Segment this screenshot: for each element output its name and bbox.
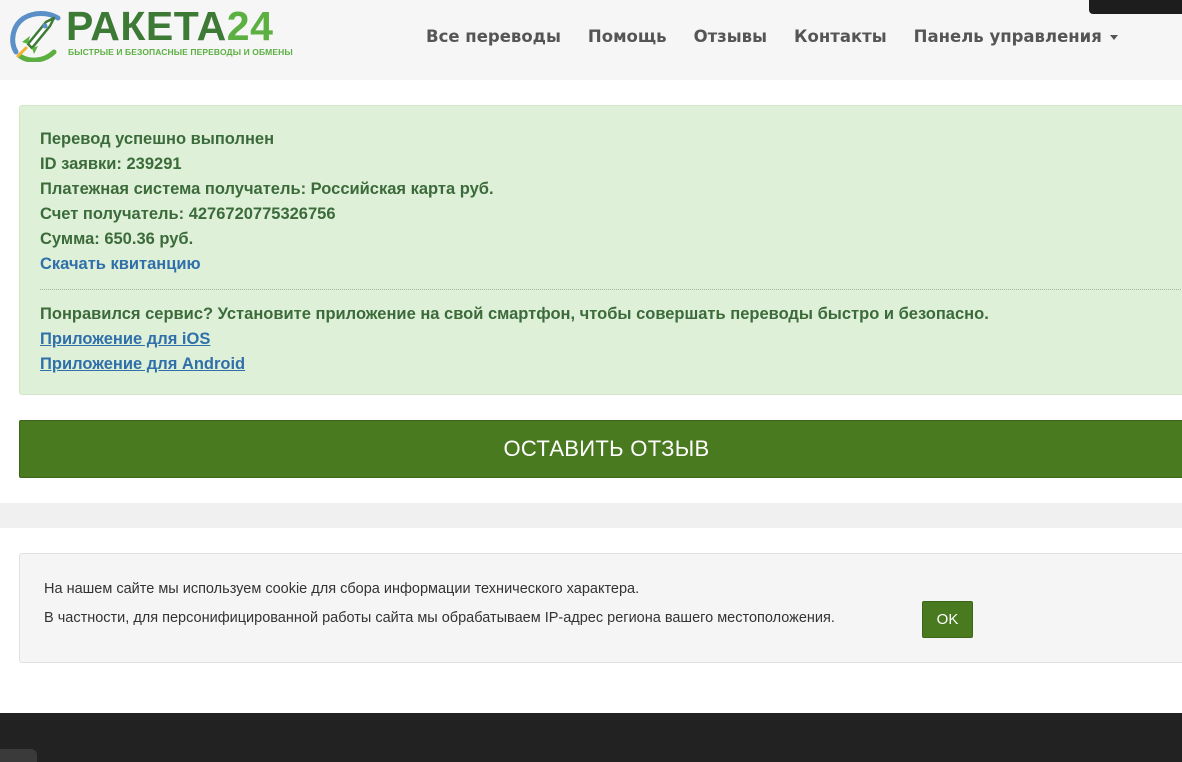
nav-control-panel[interactable]: Панель управления	[914, 24, 1118, 50]
nav-reviews[interactable]: Отзывы	[694, 24, 767, 50]
rocket-logo-icon	[10, 11, 61, 62]
success-alert: Перевод успешно выполнен ID заявки: 2392…	[19, 105, 1182, 395]
logo-subtitle: БЫСТРЫЕ И БЕЗОПАСНЫЕ ПЕРЕВОДЫ И ОБМЕНЫ	[68, 47, 293, 57]
scroll-widget[interactable]	[0, 749, 37, 762]
cookie-text-line1: На нашем сайте мы используем cookie для …	[44, 581, 640, 597]
order-id: ID заявки: 239291	[40, 155, 182, 173]
app-promo-text: Понравился сервис? Установите приложение…	[40, 305, 989, 323]
leave-review-button[interactable]: ОСТАВИТЬ ОТЗЫВ	[19, 420, 1182, 478]
download-receipt-link[interactable]: Скачать квитанцию	[40, 252, 1182, 277]
caret-down-icon	[1109, 35, 1118, 40]
user-menu-tab[interactable]	[1089, 0, 1182, 14]
cookie-notice: На нашем сайте мы используем cookie для …	[19, 553, 1182, 663]
transfer-amount: Сумма: 650.36 руб.	[40, 230, 194, 248]
ios-app-link[interactable]: Приложение для iOS	[40, 327, 1182, 352]
nav-control-panel-label: Панель управления	[913, 27, 1102, 46]
alert-divider	[40, 289, 1182, 290]
cookie-ok-button[interactable]: OK	[922, 601, 973, 638]
android-app-link[interactable]: Приложение для Android	[40, 352, 1182, 377]
cookie-section: На нашем сайте мы используем cookie для …	[0, 528, 1182, 713]
logo-title: РАКЕТА24	[66, 3, 274, 49]
site-footer	[0, 713, 1182, 762]
nav-contacts[interactable]: Контакты	[794, 24, 887, 50]
site-logo[interactable]: РАКЕТА24 БЫСТРЫЕ И БЕЗОПАСНЫЕ ПЕРЕВОДЫ И…	[8, 3, 328, 62]
payment-system: Платежная система получатель: Российская…	[40, 180, 494, 198]
main-nav: Все переводы Помощь Отзывы Контакты Пане…	[426, 24, 1145, 50]
site-header: РАКЕТА24 БЫСТРЫЕ И БЕЗОПАСНЫЕ ПЕРЕВОДЫ И…	[0, 0, 1182, 80]
nav-all-transfers[interactable]: Все переводы	[426, 24, 561, 50]
transfer-status: Перевод успешно выполнен	[40, 130, 275, 148]
nav-help[interactable]: Помощь	[588, 24, 667, 50]
main-content: Перевод успешно выполнен ID заявки: 2392…	[0, 80, 1182, 503]
cookie-text-line2: В частности, для персонифицированной раб…	[44, 610, 835, 626]
recipient-account: Счет получатель: 4276720775326756	[40, 205, 336, 223]
